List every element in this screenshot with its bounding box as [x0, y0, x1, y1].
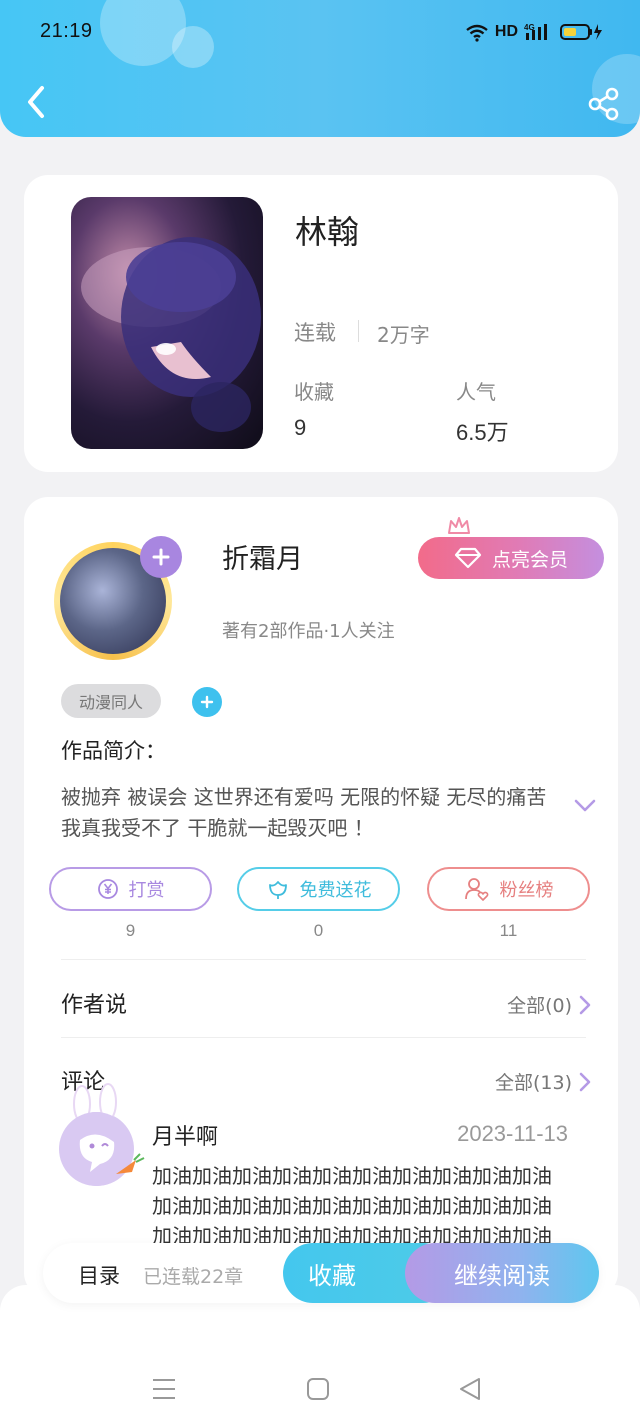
- vip-member-button[interactable]: 点亮会员: [418, 537, 604, 579]
- chevron-right-icon: [579, 995, 591, 1014]
- fans-rank-button[interactable]: 粉丝榜: [427, 867, 590, 911]
- tip-count: 9: [125, 921, 136, 940]
- yen-icon: [97, 879, 118, 899]
- commenter-name[interactable]: 月半啊: [152, 1119, 218, 1151]
- tip-label: 打赏: [128, 880, 165, 901]
- toc-button[interactable]: 目录: [78, 1260, 120, 1290]
- comments-more-link[interactable]: 全部(13): [495, 1068, 592, 1095]
- author-says-more-label: 全部(0): [507, 995, 572, 1017]
- author-meta: 著有2部作品·1人关注: [222, 621, 395, 642]
- tip-button[interactable]: 打赏: [49, 867, 212, 911]
- flower-label: 免费送花: [299, 880, 372, 901]
- follow-author-button[interactable]: [140, 536, 182, 578]
- flower-count: 0: [313, 921, 324, 940]
- divider: [358, 320, 359, 342]
- chevron-down-icon[interactable]: [572, 797, 598, 815]
- comment-date: 2023-11-13: [457, 1121, 568, 1146]
- divider: [61, 1037, 586, 1038]
- chevron-right-icon: [579, 1072, 591, 1091]
- author-avatar[interactable]: [54, 536, 182, 660]
- favorites-value: 9: [294, 415, 307, 440]
- book-title: 林翰: [295, 213, 360, 251]
- book-word-count: 2万字: [377, 323, 430, 347]
- intro-text: 被抛弃 被误会 这世界还有爱吗 无限的怀疑 无尽的痛苦 我真我受不了 干脆就一起…: [61, 785, 547, 840]
- home-square-icon[interactable]: [306, 1376, 330, 1402]
- add-tag-button[interactable]: [192, 687, 222, 717]
- back-icon: [28, 86, 44, 118]
- tag-chip[interactable]: 动漫同人: [61, 684, 161, 718]
- share-button[interactable]: [586, 86, 622, 122]
- popularity-value: 6.5万: [456, 420, 509, 445]
- status-time: 21:19: [40, 20, 93, 42]
- fans-icon: [464, 878, 488, 901]
- plus-icon: [200, 695, 214, 709]
- author-says-more-link[interactable]: 全部(0): [507, 991, 592, 1018]
- flower-icon: [268, 881, 287, 899]
- commenter-avatar[interactable]: [59, 1083, 145, 1186]
- back-button[interactable]: [20, 82, 54, 122]
- book-status: 连载: [294, 321, 336, 345]
- fans-count: 11: [499, 921, 518, 940]
- comments-more-label: 全部(13): [494, 1072, 572, 1094]
- divider: [61, 959, 586, 960]
- favorite-button-label: 收藏: [308, 1261, 356, 1290]
- status-icons: HD 4G: [465, 22, 604, 42]
- decor-bubble: [172, 26, 214, 68]
- author-says-title: 作者说: [61, 993, 128, 1018]
- bunny-avatar-icon: [59, 1083, 145, 1186]
- vip-label: 点亮会员: [491, 548, 568, 571]
- favorites-label: 收藏: [294, 380, 334, 404]
- popularity-label: 人气: [456, 380, 496, 404]
- author-name[interactable]: 折霜月: [222, 537, 303, 576]
- continue-reading-button[interactable]: 继续阅读: [405, 1243, 599, 1303]
- author-card: 折霜月 著有2部作品·1人关注 点亮会员 动漫同人 作品简介： 被抛弃 被误会 …: [24, 497, 618, 1308]
- cover-art: [81, 237, 261, 432]
- header-bar: 21:19 HD 4G: [0, 0, 640, 137]
- share-icon: [588, 87, 619, 121]
- crown-icon: [448, 517, 470, 534]
- network-label: HD: [494, 23, 518, 40]
- wifi-icon: [466, 24, 488, 42]
- menu-icon[interactable]: [152, 1376, 176, 1402]
- battery-icon: [560, 24, 602, 40]
- book-cover-image[interactable]: [71, 197, 263, 449]
- send-flower-button[interactable]: 免费送花: [237, 867, 400, 911]
- diamond-icon: [454, 547, 482, 569]
- fans-label: 粉丝榜: [499, 880, 554, 901]
- bottom-panel: [0, 1285, 640, 1425]
- plus-icon: [152, 548, 170, 566]
- book-info-card: 林翰 连载 2万字 收藏 9 人气 6.5万: [24, 175, 618, 472]
- intro-label: 作品简介：: [61, 739, 166, 763]
- serial-status: 已连载22章: [143, 1266, 244, 1288]
- signal-icon: 4G: [524, 23, 547, 40]
- back-triangle-icon[interactable]: [458, 1376, 482, 1402]
- continue-button-label: 继续阅读: [454, 1261, 550, 1290]
